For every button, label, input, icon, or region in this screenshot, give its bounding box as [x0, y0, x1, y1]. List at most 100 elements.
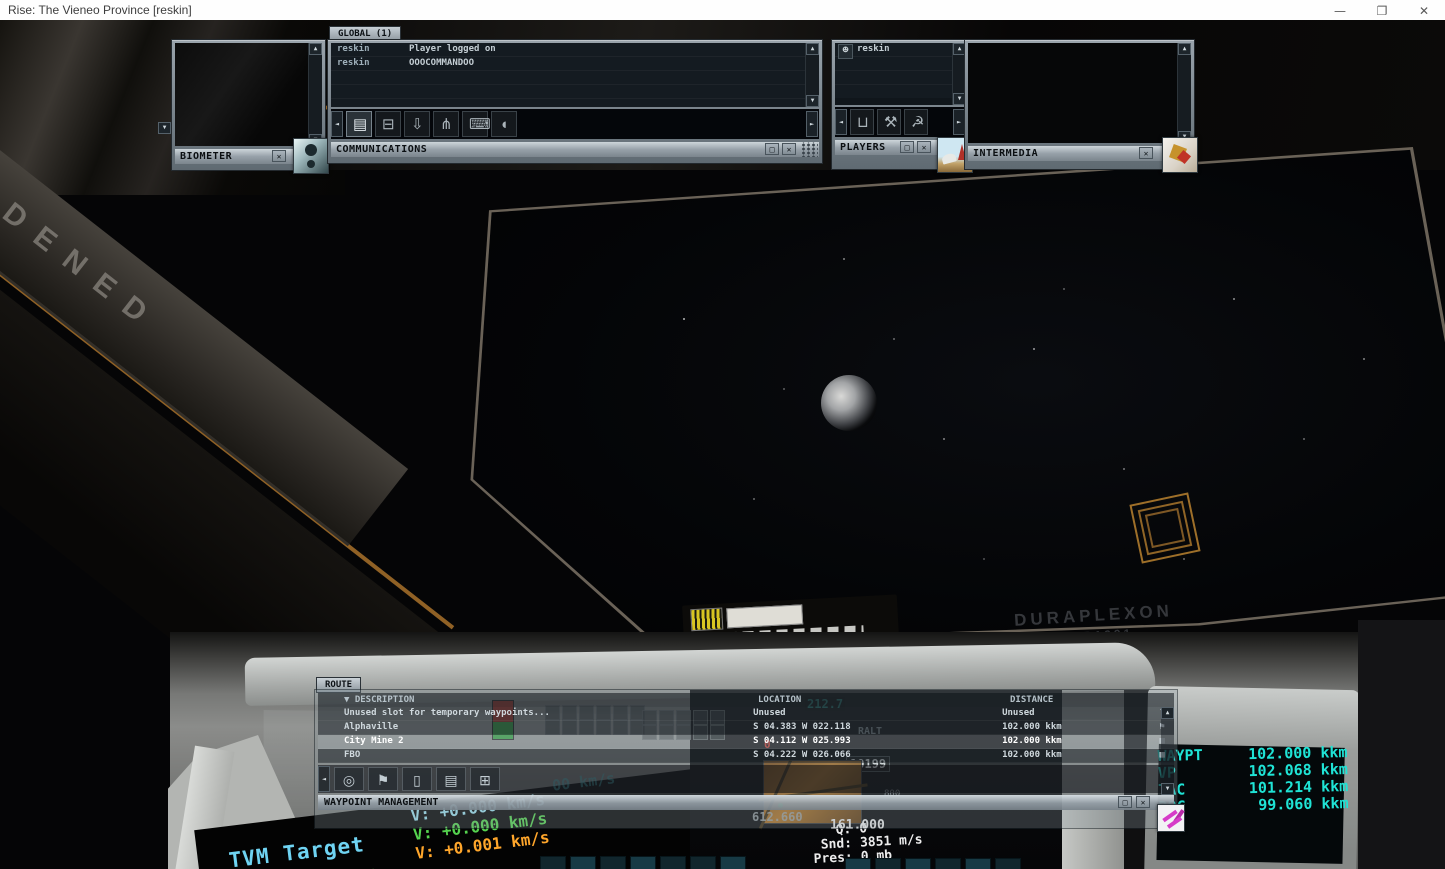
- folder-icon[interactable]: ▤: [436, 767, 466, 791]
- toolbar-scroll-right-button[interactable]: ►: [806, 111, 818, 137]
- player-row[interactable]: ☻ reskin: [835, 43, 952, 57]
- receive-icon[interactable]: ⇩: [404, 111, 430, 137]
- communications-panel: GLOBAL (1) reskin Player logged on reski…: [328, 27, 822, 163]
- folder-add-icon[interactable]: ⊞: [470, 767, 500, 791]
- communications-titlebar[interactable]: COMMUNICATIONS □ ✕: [331, 142, 819, 157]
- biometer-side-button[interactable]: ▼: [158, 122, 171, 134]
- biometer-scroll-up-button[interactable]: ▲: [309, 43, 322, 55]
- waypoint-row-selected[interactable]: City Mine 2 S 04.112 W 025.993 102.000 k…: [318, 735, 1174, 749]
- waypoint-description: FBO: [318, 749, 753, 762]
- communications-close-button[interactable]: ✕: [782, 143, 796, 155]
- tools-icon[interactable]: ☭: [904, 109, 928, 135]
- waypoint-distance: 102.000 kkm: [1002, 749, 1150, 762]
- communications-scroll-up-button[interactable]: ▲: [806, 43, 819, 55]
- waypoint-distance: 102.000 kkm: [1002, 721, 1150, 734]
- communications-scrollbar[interactable]: ▲ ▼: [805, 43, 819, 107]
- waypoint-row[interactable]: Unused slot for temporary waypoints... U…: [318, 707, 1174, 721]
- window-minimize-button[interactable]: —: [1320, 0, 1360, 20]
- intermedia-close-button[interactable]: ✕: [1139, 147, 1153, 159]
- waypoint-scrollbar[interactable]: ▲ ▼: [1161, 707, 1174, 795]
- waypoint-close-button[interactable]: ✕: [1136, 796, 1150, 808]
- toolbar-scroll-right-button[interactable]: ►: [953, 109, 965, 135]
- waypoint-table-header: ▼ DESCRIPTION LOCATION DISTANCE: [318, 693, 1174, 707]
- os-titlebar: Rise: The Vieneo Province [reskin] — ❐ ✕: [0, 0, 1445, 20]
- nav-distance-display: WAYPT102.000 kkm VP102.068 kkm TAC101.21…: [1157, 744, 1348, 816]
- message-sender: reskin: [331, 57, 409, 70]
- players-list[interactable]: ☻ reskin: [835, 43, 952, 105]
- antenna-icon[interactable]: ⋔: [433, 111, 459, 137]
- resize-grip[interactable]: [800, 142, 818, 157]
- waypoint-distance: 102.000 kkm: [1002, 735, 1150, 748]
- waypoint-titlebar[interactable]: WAYPOINT MANAGEMENT □ ✕: [318, 795, 1174, 810]
- bucket-icon[interactable]: ⊔: [850, 109, 874, 135]
- intermedia-scroll-up-button[interactable]: ▲: [1178, 43, 1191, 55]
- target-icon[interactable]: ◎: [334, 767, 364, 791]
- waypoint-title: WAYPOINT MANAGEMENT: [324, 797, 438, 808]
- teletype-icon[interactable]: ⌨: [462, 111, 488, 137]
- waypoint-distance: Unused: [1002, 707, 1150, 720]
- bottom-icon-strip: [845, 858, 1021, 869]
- flag-icon[interactable]: ⚑: [368, 767, 398, 791]
- bottom-icon-strip: [540, 856, 746, 869]
- tvm-closure-partial: sure: [341, 863, 379, 869]
- column-description[interactable]: ▼ DESCRIPTION: [318, 693, 758, 707]
- communications-toolbar: ◄ ▤ ⊟ ⇩ ⋔ ⌨ ◖ ►: [331, 109, 819, 139]
- column-location[interactable]: LOCATION: [758, 693, 1010, 707]
- player-row-empty: [835, 85, 952, 98]
- cockpit-window-glass: [423, 138, 1445, 677]
- players-close-button[interactable]: ✕: [917, 141, 931, 153]
- bridge-sign-barcode: [690, 608, 723, 632]
- intermedia-panel: ▲ ▼ INTERMEDIA ✕: [965, 40, 1194, 169]
- biometer-close-button[interactable]: ✕: [272, 150, 286, 162]
- toolbar-scroll-left-button[interactable]: ◄: [835, 109, 847, 135]
- biometer-content: [175, 43, 308, 146]
- message-row[interactable]: reskin OOOCOMMANDOO: [331, 57, 805, 71]
- message-row[interactable]: reskin Player logged on: [331, 43, 805, 57]
- radio-icon[interactable]: ▤: [346, 111, 372, 137]
- players-title: PLAYERS: [840, 142, 886, 153]
- waypoint-location: S 04.222 W 026.066: [753, 749, 1002, 762]
- bridge-sign-label: [726, 604, 803, 628]
- waypoint-description: Alphaville: [318, 721, 753, 734]
- communications-minimize-button[interactable]: □: [765, 143, 779, 155]
- column-distance[interactable]: DISTANCE: [1010, 693, 1160, 707]
- biometer-badge-icon: [293, 138, 329, 174]
- app-window: Rise: The Vieneo Province [reskin] — ❐ ✕…: [0, 0, 1445, 869]
- voice-icon[interactable]: ◖: [491, 111, 517, 137]
- waypoint-row[interactable]: FBO S 04.222 W 026.066 102.000 kkm ▦: [318, 749, 1174, 763]
- biometer-scrollbar[interactable]: ▲ ▼: [308, 43, 322, 146]
- waypoint-description: Unused slot for temporary waypoints...: [318, 707, 753, 720]
- communications-title: COMMUNICATIONS: [336, 144, 427, 155]
- nav-value: 99.060 kkm: [1220, 795, 1348, 815]
- toolbar-scroll-left-button[interactable]: ◄: [331, 111, 343, 137]
- waypoint-minimize-button[interactable]: □: [1118, 796, 1132, 808]
- window-title: Rise: The Vieneo Province [reskin]: [8, 3, 192, 17]
- tape-icon[interactable]: ⊟: [375, 111, 401, 137]
- waypoint-row[interactable]: Alphaville S 04.383 W 022.118 102.000 kk…: [318, 721, 1174, 735]
- waypoint-scroll-down-button[interactable]: ▼: [1161, 783, 1174, 795]
- cockpit-scene: RDENED DURAPLEXON SR1991 212.7 0 RALT 10…: [0, 20, 1445, 869]
- players-scrollbar[interactable]: ▲ ▼: [952, 43, 966, 105]
- waypoint-location: S 04.112 W 025.993: [753, 735, 1002, 748]
- intermedia-scrollbar[interactable]: ▲ ▼: [1177, 43, 1191, 143]
- window-corner-emblem: [1129, 492, 1200, 563]
- intermedia-badge-icon: [1162, 137, 1198, 173]
- waypoint-scroll-up-button[interactable]: ▲: [1161, 707, 1174, 719]
- player-name: reskin: [857, 43, 952, 56]
- planet: [821, 375, 877, 431]
- communications-scroll-down-button[interactable]: ▼: [806, 95, 819, 107]
- window-close-button[interactable]: ✕: [1404, 0, 1444, 20]
- toolbar-scroll-left-button[interactable]: ◄: [318, 766, 330, 792]
- window-maximize-button[interactable]: ❐: [1362, 0, 1402, 20]
- tab-global[interactable]: GLOBAL (1): [330, 27, 400, 41]
- intermedia-titlebar[interactable]: INTERMEDIA ✕: [968, 146, 1191, 161]
- trash-icon[interactable]: ▯: [402, 767, 432, 791]
- intermedia-title: INTERMEDIA: [973, 148, 1038, 159]
- tvm-title: TVM Target: [228, 832, 366, 869]
- cockpit-window-frame: [420, 135, 1445, 680]
- players-panel: ☻ reskin ▲ ▼ ◄ ⊔ ⚒ ☭ ►: [832, 40, 969, 169]
- beacon-icon[interactable]: ⚒: [877, 109, 901, 135]
- players-minimize-button[interactable]: □: [900, 141, 914, 153]
- message-text: Player logged on: [409, 43, 805, 56]
- communications-message-list[interactable]: reskin Player logged on reskin OOOCOMMAN…: [331, 43, 805, 107]
